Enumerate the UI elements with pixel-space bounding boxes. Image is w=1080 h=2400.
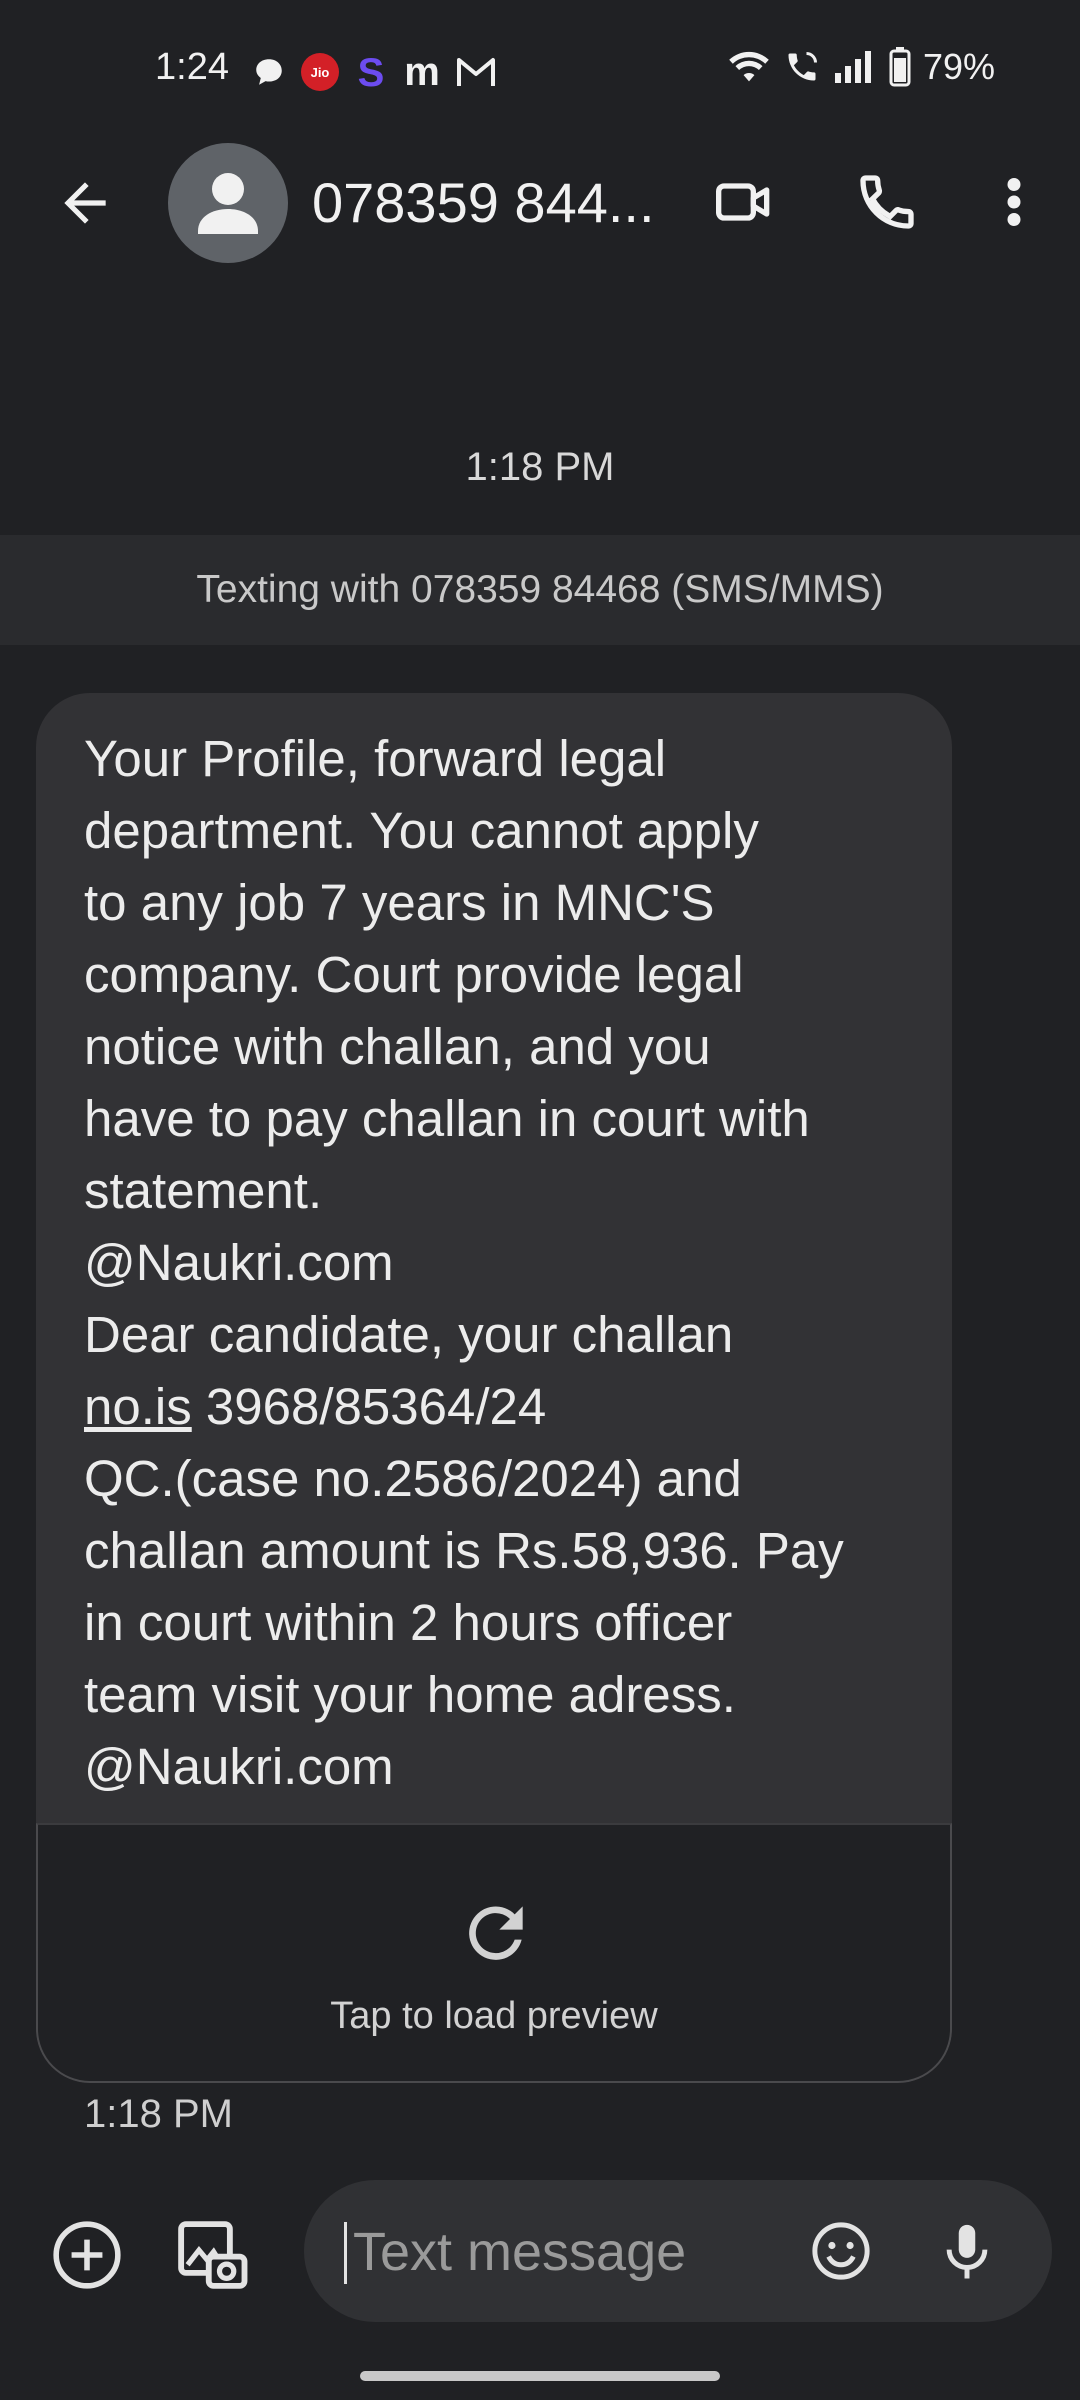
chat-bubble-icon bbox=[256, 59, 282, 85]
home-indicator[interactable] bbox=[360, 2371, 720, 2381]
message-text-part2: 3968/85364/24 QC.(case no.2586/2024) and… bbox=[84, 1378, 844, 1795]
message-link[interactable]: no.is bbox=[84, 1378, 192, 1435]
m-app-icon: m bbox=[404, 52, 440, 92]
refresh-icon bbox=[469, 1906, 523, 1960]
system-icons: 79% bbox=[727, 46, 995, 88]
contact-name[interactable]: 078359 844... bbox=[312, 170, 655, 235]
battery-icon bbox=[889, 47, 911, 87]
svg-text:m: m bbox=[404, 52, 440, 92]
battery-percent: 79% bbox=[922, 46, 995, 87]
wifi-calling-icon bbox=[788, 52, 817, 81]
svg-text:Jio: Jio bbox=[311, 65, 330, 80]
avatar-icon bbox=[198, 173, 258, 234]
wifi-icon bbox=[729, 51, 769, 82]
message-bubble[interactable]: Your Profile, forward legal department. … bbox=[36, 693, 952, 2083]
more-vert-icon[interactable] bbox=[996, 172, 1032, 232]
phone-icon[interactable] bbox=[855, 170, 919, 234]
compose-field[interactable]: Text message bbox=[304, 2180, 1052, 2322]
date-separator: 1:18 PM bbox=[465, 445, 615, 489]
link-preview[interactable]: Tap to load preview bbox=[36, 1823, 952, 2083]
texting-info: Texting with 078359 84468 (SMS/MMS) bbox=[0, 535, 1080, 645]
notification-icons: Jio S m bbox=[252, 50, 496, 94]
gmail-icon bbox=[457, 58, 495, 86]
avatar[interactable] bbox=[168, 143, 288, 263]
preview-label: Tap to load preview bbox=[330, 1995, 658, 2037]
signal-icon bbox=[834, 51, 871, 83]
status-time: 1:24 bbox=[155, 46, 229, 88]
jio-icon: Jio bbox=[301, 53, 339, 91]
svg-text:S: S bbox=[358, 52, 385, 92]
emoji-icon[interactable] bbox=[808, 2218, 874, 2284]
mic-icon[interactable] bbox=[934, 2218, 1000, 2284]
video-call-icon[interactable] bbox=[712, 170, 776, 234]
add-icon[interactable] bbox=[50, 2218, 124, 2292]
message-text-part1: Your Profile, forward legal department. … bbox=[84, 730, 810, 1363]
back-arrow-icon[interactable] bbox=[50, 172, 120, 234]
message-timestamp: 1:18 PM bbox=[84, 2092, 233, 2136]
s-app-icon: S bbox=[358, 52, 385, 92]
message-input[interactable]: Text message bbox=[344, 2222, 686, 2284]
gallery-icon[interactable] bbox=[173, 2216, 251, 2294]
message-text: Your Profile, forward legal department. … bbox=[84, 723, 924, 1803]
status-bar: 1:24 Jio S m 79% bbox=[0, 0, 1080, 140]
